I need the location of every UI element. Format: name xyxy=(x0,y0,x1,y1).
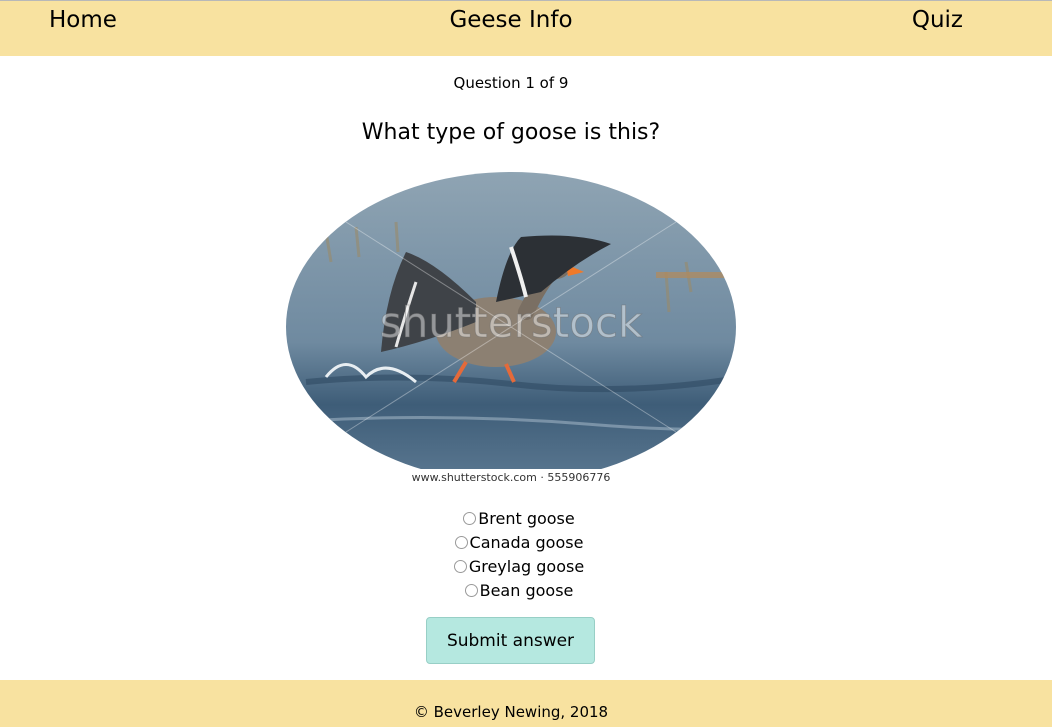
question-text: What type of goose is this? xyxy=(361,120,661,145)
option-label: Bean goose xyxy=(479,580,574,600)
submit-answer-button[interactable]: Submit answer xyxy=(426,617,595,664)
footer: © Beverley Newing, 2018 xyxy=(0,680,1052,727)
option-canada-goose[interactable]: Canada goose xyxy=(0,530,1038,554)
radio-button[interactable] xyxy=(463,511,477,525)
option-label: Greylag goose xyxy=(468,556,585,576)
answer-options: Brent goose Canada goose Greylag goose B… xyxy=(0,506,1038,602)
image-caption: www.shutterstock.com · 555906776 xyxy=(412,471,611,482)
option-brent-goose[interactable]: Brent goose xyxy=(0,506,1038,530)
option-label: Brent goose xyxy=(478,508,575,528)
radio-button[interactable] xyxy=(454,535,468,549)
option-bean-goose[interactable]: Bean goose xyxy=(0,578,1038,602)
top-nav: Home Geese Info Quiz xyxy=(0,0,1052,56)
question-counter: Question 1 of 9 xyxy=(453,74,569,92)
option-greylag-goose[interactable]: Greylag goose xyxy=(0,554,1038,578)
option-label: Canada goose xyxy=(469,532,584,552)
shutterstock-watermark: shutterstock xyxy=(380,298,643,347)
nav-geese-info-link[interactable]: Geese Info xyxy=(0,7,1022,33)
goose-photo: shutterstock www.shutterstock.com · 5559… xyxy=(286,172,736,482)
copyright-text: © Beverley Newing, 2018 xyxy=(413,703,609,721)
radio-button[interactable] xyxy=(464,583,478,597)
nav-quiz-link[interactable]: Quiz xyxy=(912,7,963,33)
radio-button[interactable] xyxy=(453,559,467,573)
